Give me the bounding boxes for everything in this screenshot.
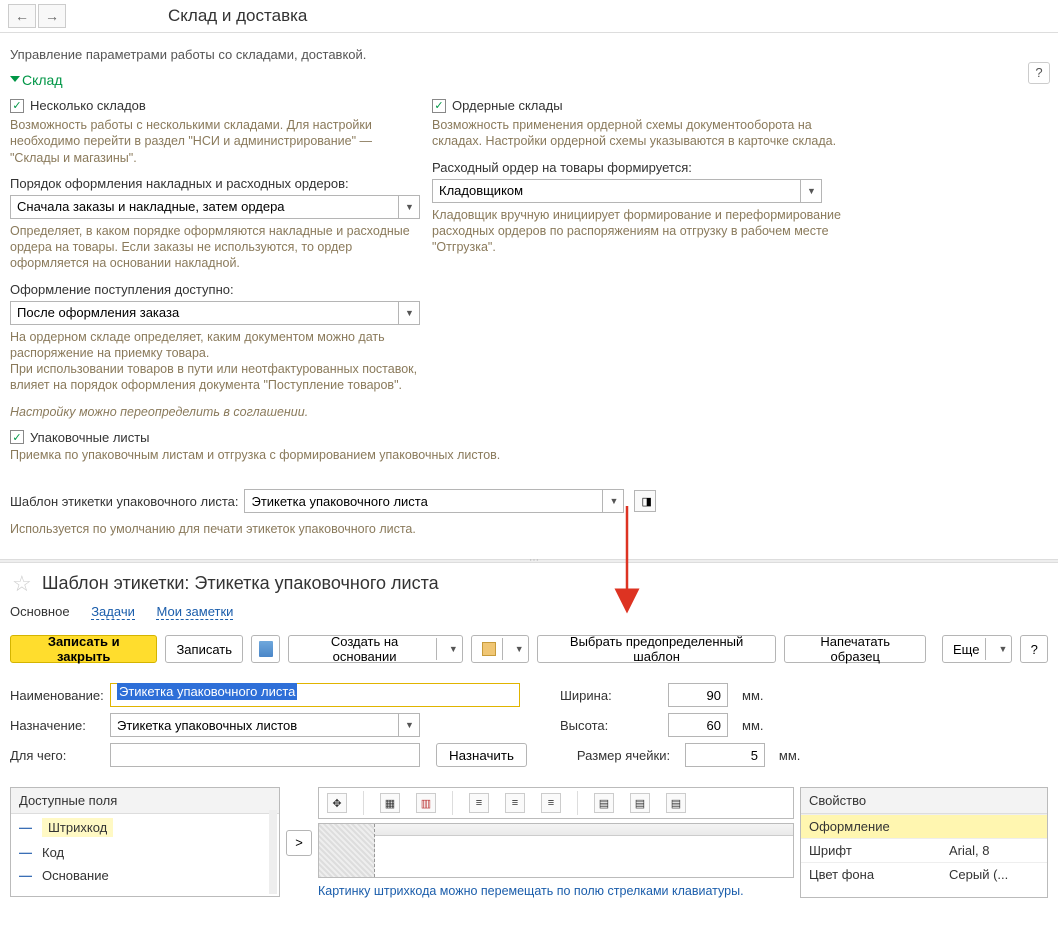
receipt-avail-select[interactable] (10, 301, 398, 325)
save-close-button[interactable]: Записать и закрыть (10, 635, 157, 663)
prop-row-design[interactable]: Оформление (801, 814, 1047, 838)
expense-order-select[interactable] (432, 179, 800, 203)
move-icon[interactable]: ✥ (327, 793, 347, 813)
barcode-icon[interactable]: ▥ (416, 793, 436, 813)
field-basis[interactable]: Основание (42, 868, 109, 883)
order-flow-desc: Определяет, в каком порядке оформляются … (10, 223, 420, 272)
label-template-input[interactable] (244, 489, 602, 513)
canvas-barcode-area[interactable] (319, 824, 375, 877)
cell-input[interactable] (685, 743, 765, 767)
checkbox-order-warehouse[interactable]: ✓ (432, 99, 446, 113)
valign-bottom-icon[interactable]: ▤ (666, 793, 686, 813)
editor-help-button[interactable]: ? (1020, 635, 1048, 663)
for-input[interactable] (110, 743, 420, 767)
valign-mid-icon[interactable]: ▤ (630, 793, 650, 813)
receipt-avail-desc: На ордерном складе определяет, каким док… (10, 329, 420, 394)
create-based-button[interactable]: Создать на основании▼ (288, 635, 463, 663)
packing-lists-desc: Приемка по упаковочным листам и отгрузка… (10, 447, 1048, 463)
assign-select[interactable] (110, 713, 398, 737)
properties-panel: Свойство Оформление ШрифтArial, 8 Цвет ф… (800, 787, 1048, 898)
save-button[interactable]: Записать (165, 635, 243, 663)
prop-row-bgcolor[interactable]: Цвет фонаСерый (... (801, 862, 1047, 886)
width-input[interactable] (668, 683, 728, 707)
checkbox-multi-warehouse[interactable]: ✓ (10, 99, 24, 113)
field-code[interactable]: Код (42, 845, 64, 860)
favorite-star-icon[interactable]: ☆ (12, 571, 32, 597)
align-center-icon[interactable]: ≡ (505, 793, 525, 813)
name-label: Наименование: (10, 688, 102, 703)
cell-unit: мм. (779, 748, 801, 763)
tab-tasks[interactable]: Задачи (91, 604, 135, 620)
more-button[interactable]: Еще▼ (942, 635, 1012, 663)
editor-title: Шаблон этикетки: Этикетка упаковочного л… (42, 573, 439, 593)
copy-icon (482, 642, 496, 656)
height-unit: мм. (742, 718, 764, 733)
width-label: Ширина: (560, 688, 660, 703)
label-template-label: Шаблон этикетки упаковочного листа: (10, 494, 238, 509)
canvas-ruler (375, 824, 793, 836)
checkbox-multi-warehouse-label: Несколько складов (30, 98, 146, 113)
page-subtitle: Управление параметрами работы со складам… (10, 47, 366, 62)
copy-split-button[interactable]: ▼ (471, 635, 529, 663)
width-unit: мм. (742, 688, 764, 703)
expense-order-dropdown-icon[interactable]: ▼ (800, 179, 822, 203)
page-title: Склад и доставка (168, 6, 307, 26)
receipt-avail-desc-note: Настройку можно переопределить в соглаше… (10, 404, 420, 420)
nav-back-button[interactable]: ← (8, 4, 36, 28)
order-flow-dropdown-icon[interactable]: ▼ (398, 195, 420, 219)
order-flow-label: Порядок оформления накладных и расходных… (10, 176, 420, 191)
checkbox-packing-lists-label: Упаковочные листы (30, 430, 150, 445)
field-barcode[interactable]: Штрихкод (42, 818, 113, 837)
receipt-avail-dropdown-icon[interactable]: ▼ (398, 301, 420, 325)
add-field-button[interactable]: > (286, 830, 312, 856)
label-template-dropdown-icon[interactable]: ▼ (602, 489, 624, 513)
field-marker-icon: — (19, 820, 32, 835)
tab-main[interactable]: Основное (10, 604, 70, 619)
grid-icon[interactable]: ▦ (380, 793, 400, 813)
scrollbar[interactable] (269, 810, 277, 894)
multi-warehouse-desc: Возможность работы с несколькими складам… (10, 117, 420, 166)
nav-forward-button[interactable]: → (38, 4, 66, 28)
prop-col-header: Свойство (801, 788, 874, 813)
order-flow-select[interactable] (10, 195, 398, 219)
field-marker-icon: — (19, 845, 32, 860)
label-template-open-icon[interactable]: ◨ (634, 490, 656, 512)
document-icon (259, 641, 273, 657)
checkbox-packing-lists[interactable]: ✓ (10, 430, 24, 444)
tab-notes[interactable]: Мои заметки (156, 604, 233, 620)
prop-row-font[interactable]: ШрифтArial, 8 (801, 838, 1047, 862)
print-sample-button[interactable]: Напечатать образец (784, 635, 926, 663)
valign-top-icon[interactable]: ▤ (594, 793, 614, 813)
select-template-button[interactable]: Выбрать предопределенный шаблон (537, 635, 777, 663)
align-right-icon[interactable]: ≡ (541, 793, 561, 813)
document-icon-button[interactable] (251, 635, 280, 663)
canvas-hint: Картинку штрихкода можно перемещать по п… (318, 884, 794, 898)
available-fields-header: Доступные поля (11, 788, 279, 814)
expense-order-desc: Кладовщик вручную инициирует формировани… (432, 207, 842, 256)
field-marker-icon: — (19, 868, 32, 883)
assign-dropdown-icon[interactable]: ▼ (398, 713, 420, 737)
expense-order-label: Расходный ордер на товары формируется: (432, 160, 842, 175)
checkbox-order-warehouse-label: Ордерные склады (452, 98, 563, 113)
label-canvas[interactable] (318, 823, 794, 878)
label-template-desc: Используется по умолчанию для печати эти… (10, 521, 1048, 537)
canvas-toolbar: ✥ ▦ ▥ ≡ ≡ ≡ ▤ ▤ ▤ (318, 787, 794, 819)
for-label: Для чего: (10, 748, 102, 763)
assign-button[interactable]: Назначить (436, 743, 527, 767)
order-warehouse-desc: Возможность применения ордерной схемы до… (432, 117, 842, 150)
height-input[interactable] (668, 713, 728, 737)
align-left-icon[interactable]: ≡ (469, 793, 489, 813)
editor-tabs: Основное Задачи Мои заметки (0, 600, 1058, 629)
receipt-avail-label: Оформление поступления доступно: (10, 282, 420, 297)
assign-label: Назначение: (10, 718, 102, 733)
name-input[interactable]: Этикетка упаковочного листа (110, 683, 520, 707)
cell-label: Размер ячейки: (577, 748, 677, 763)
section-warehouse-header[interactable]: Склад (0, 70, 1058, 96)
height-label: Высота: (560, 718, 660, 733)
available-fields-panel: Доступные поля — Штрихкод — Код — Основание (10, 787, 280, 897)
